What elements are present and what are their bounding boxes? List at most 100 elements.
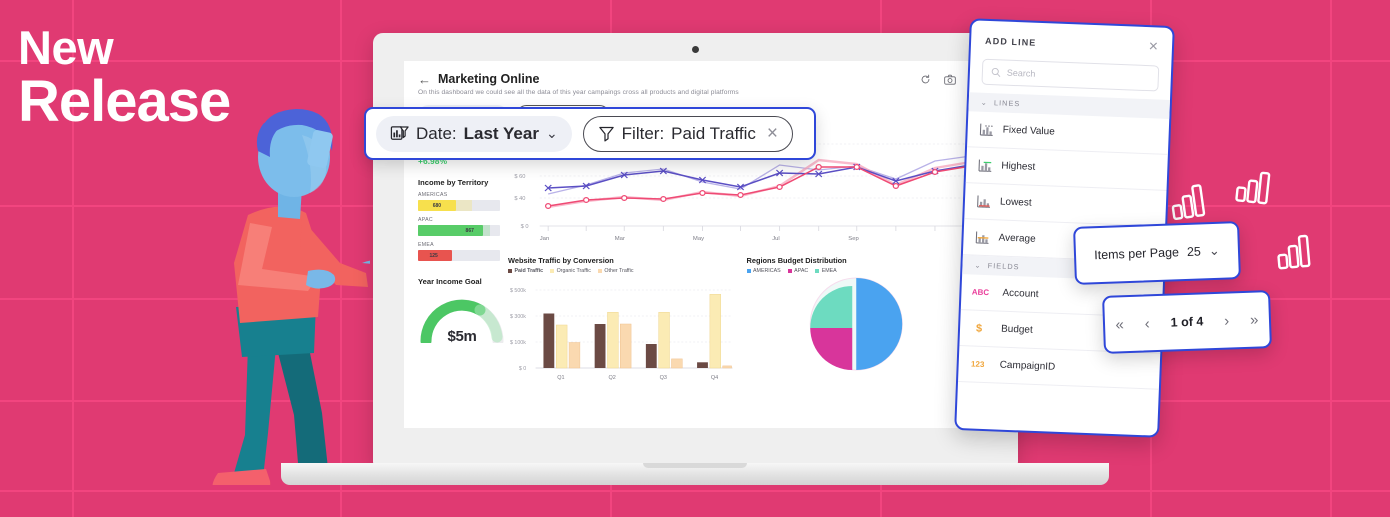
dashboard-header: ← Marketing Online On this dashboard we … <box>404 61 987 100</box>
territory-value: 125 <box>429 252 438 259</box>
legend-item: Organic Traffic <box>550 268 591 274</box>
date-filter-chip[interactable]: Date: Last Year ⌄ <box>376 115 572 152</box>
chevron-down-icon: ⌄ <box>980 97 989 107</box>
right-column: $ 100 $ 60 $ 40 $ 0 Jan <box>508 132 987 417</box>
income-by-territory-title: Income by Territory <box>418 178 489 187</box>
y-tick-label: $ 500k <box>510 288 526 294</box>
year-income-goal-gauge: $5m <box>418 291 506 347</box>
item-label: CampaignID <box>999 359 1056 373</box>
bar-group-q4 <box>697 294 732 369</box>
territory-label: EMEA <box>418 242 434 248</box>
items-per-page-value: 25 <box>1186 244 1202 259</box>
currency-type-icon: $ <box>975 322 983 335</box>
bar-group-q3 <box>645 312 683 369</box>
chevron-down-icon[interactable]: ⌄ <box>546 125 558 142</box>
x-tick-label: Jan <box>540 236 550 242</box>
territory-row: AMERICAS 680 <box>418 192 500 211</box>
website-traffic-title: Website Traffic by Conversion <box>508 256 614 265</box>
funnel-icon <box>598 126 614 142</box>
date-filter-label: Date: <box>416 123 457 143</box>
x-tick-label: Q3 <box>660 375 667 381</box>
legend-item: Paid Traffic <box>508 268 543 274</box>
y-tick-label: $ 0 <box>521 224 529 230</box>
bottom-charts-row: Website Traffic by Conversion Paid Traff… <box>508 256 973 387</box>
close-icon[interactable]: × <box>767 124 778 143</box>
regions-budget-panel: Regions Budget Distribution AMERICAS APA… <box>746 256 974 387</box>
y-tick-label: $ 100k <box>510 340 526 346</box>
item-label: Account <box>1002 287 1039 301</box>
chart-fixed-value-icon <box>979 122 994 137</box>
page-indicator: 1 of 4 <box>1170 314 1204 330</box>
chart-average-icon <box>975 230 990 245</box>
website-traffic-bar-chart: $ 500k $ 300k $ 100k $ 0 Q1 Q2 Q3 Q4 <box>510 288 733 381</box>
x-tick-label: Q4 <box>711 375 718 381</box>
x-tick-label: Sep <box>848 236 859 242</box>
grid-line-v <box>1330 0 1332 517</box>
x-tick-label: Q1 <box>557 375 564 381</box>
x-tick-label: Mar <box>615 236 625 242</box>
last-page-button[interactable]: » <box>1250 311 1259 328</box>
laptop-mockup: ← Marketing Online On this dashboard we … <box>281 33 1109 485</box>
grid-line-h <box>0 490 1390 492</box>
legend-item: AMERICAS <box>746 268 781 274</box>
territory-label: APAC <box>418 217 433 223</box>
website-traffic-panel: Website Traffic by Conversion Paid Traff… <box>508 256 735 387</box>
territory-value: 867 <box>465 227 474 234</box>
chart-highest-icon <box>978 158 993 173</box>
add-line-title: ADD LINE <box>984 35 1037 48</box>
back-arrow-icon[interactable]: ← <box>418 73 431 86</box>
decorative-bar-chart-icon <box>1277 234 1311 270</box>
y-tick-label: $ 60 <box>514 174 525 180</box>
person-illustration <box>212 109 370 485</box>
y-tick-label: $ 0 <box>519 366 526 372</box>
regions-budget-title: Regions Budget Distribution <box>746 256 847 265</box>
chevron-down-icon: ⌄ <box>974 260 982 270</box>
y-tick-label: $ 300k <box>510 314 526 320</box>
date-filter-icon <box>390 126 409 140</box>
refresh-icon[interactable] <box>920 74 931 85</box>
decorative-bar-chart-icon <box>1171 184 1206 221</box>
group-label: FIELDS <box>987 261 1020 272</box>
line-series-pink-ghost <box>547 158 972 209</box>
territory-row: APAC 867 <box>418 217 500 236</box>
item-label: Budget <box>1000 323 1033 336</box>
bar-group-q1 <box>543 313 581 369</box>
territory-label: AMERICAS <box>418 192 448 198</box>
prev-page-button[interactable]: ‹ <box>1144 315 1150 332</box>
x-tick-label: May <box>693 236 704 242</box>
search-placeholder: Search <box>1006 67 1036 79</box>
number-type-icon: 123 <box>970 359 985 370</box>
dashboard-content: $9.33k +6.98% Income by Territory AMERIC… <box>404 128 987 417</box>
webcam-dot <box>692 46 699 53</box>
line-series-purple-ghost <box>547 155 971 195</box>
items-per-page-control[interactable]: Items per Page 25 ⌄ <box>1073 221 1241 285</box>
item-label: Lowest <box>999 196 1032 209</box>
date-filter-value: Last Year <box>463 123 539 143</box>
item-label: Highest <box>1001 160 1036 173</box>
traffic-filter-value: Paid Traffic <box>671 123 756 143</box>
first-page-button[interactable]: « <box>1115 316 1124 333</box>
territory-bar: 125 <box>418 250 500 261</box>
bar-group-q2 <box>594 312 632 369</box>
y-tick-label: $ 40 <box>514 196 525 202</box>
close-icon[interactable]: × <box>1148 38 1158 55</box>
legend-item: EMEA <box>815 268 837 274</box>
regions-budget-pie-chart <box>809 277 903 371</box>
traffic-filter-label: Filter: <box>621 123 665 143</box>
group-label: LINES <box>993 98 1021 109</box>
territory-bar: 680 <box>418 200 500 211</box>
legend-item: APAC <box>787 268 808 274</box>
regions-budget-legend: AMERICAS APAC EMEA <box>746 268 974 274</box>
search-icon <box>991 67 1001 77</box>
traffic-filter-chip[interactable]: Filter: Paid Traffic × <box>582 115 794 152</box>
search-input[interactable]: Search <box>981 58 1160 92</box>
item-label: Average <box>998 232 1036 245</box>
year-income-goal-title: Year Income Goal <box>418 277 482 286</box>
line-series-pink <box>548 165 972 207</box>
page-title: Marketing Online <box>438 72 540 86</box>
chevron-down-icon[interactable]: ⌄ <box>1209 243 1220 259</box>
poster-stage: New Release ← Marketing Online On this d… <box>0 0 1390 517</box>
next-page-button[interactable]: › <box>1224 312 1230 329</box>
camera-icon[interactable] <box>944 74 956 85</box>
items-per-page-label: Items per Page <box>1093 245 1180 263</box>
